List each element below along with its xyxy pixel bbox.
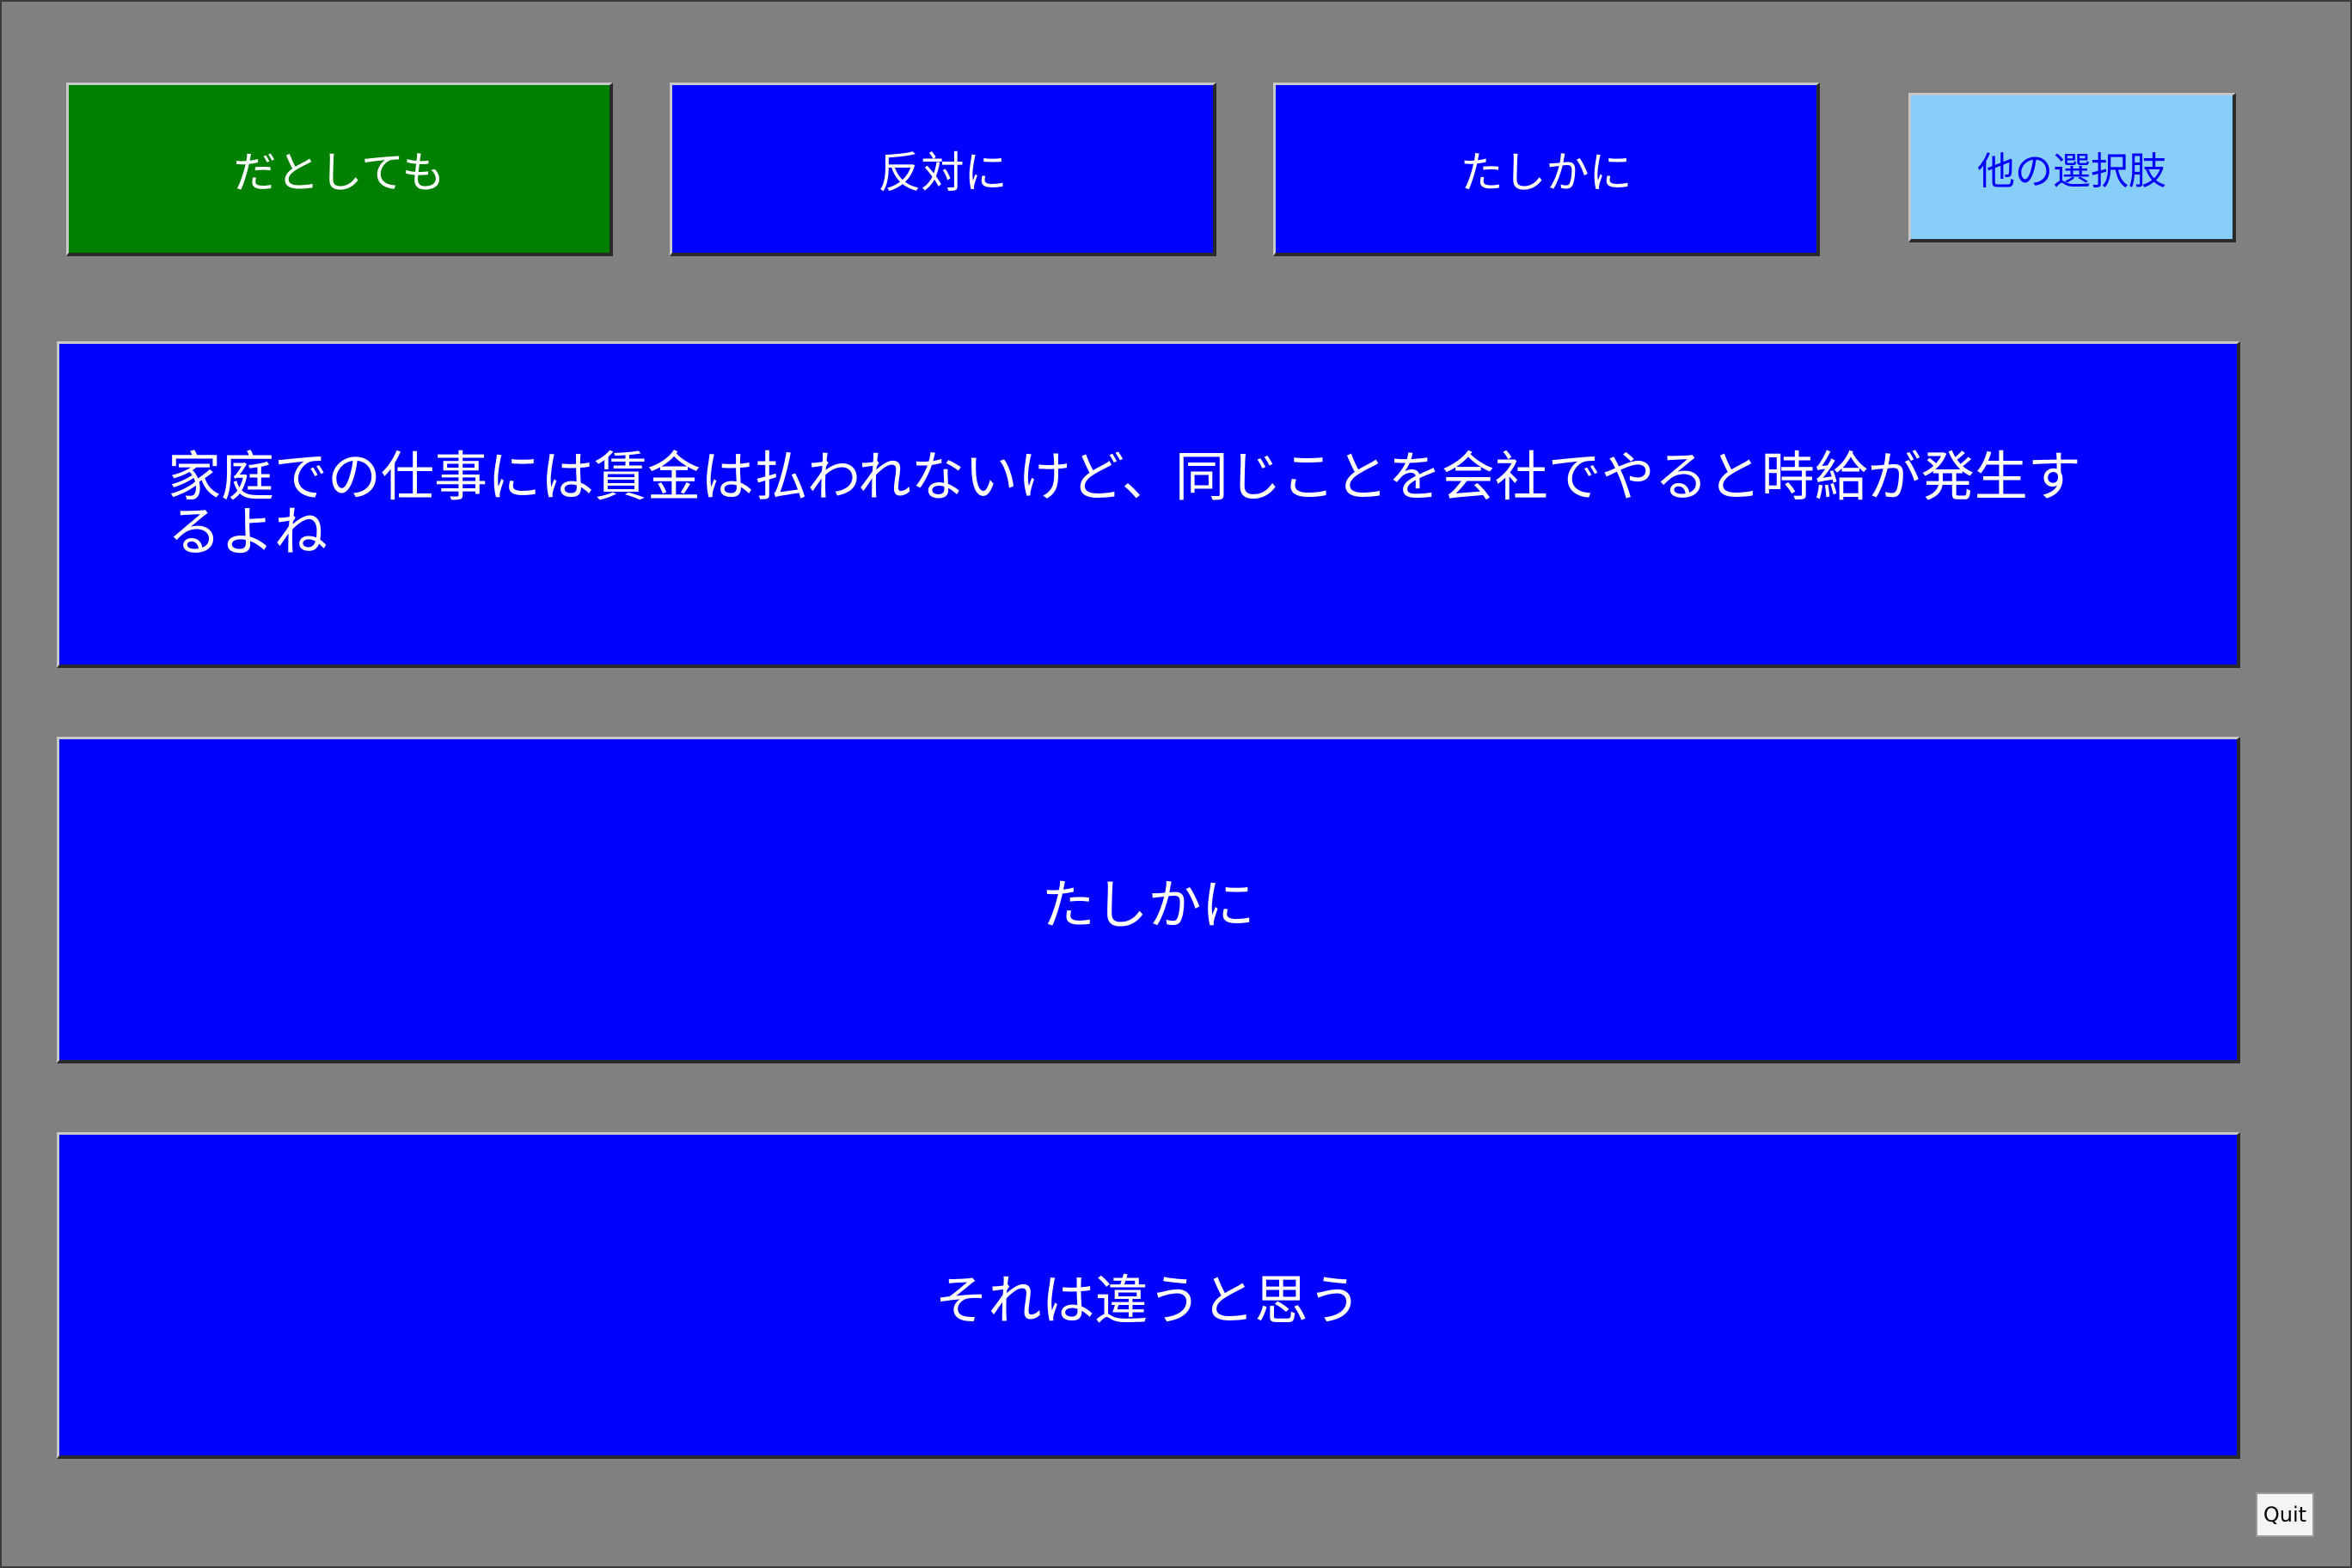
response-option-1[interactable]: たしかに [57, 737, 2240, 1063]
choice-button-3[interactable]: たしかに [1273, 83, 1820, 256]
choice-button-2[interactable]: 反対に [670, 83, 1216, 256]
choice-button-1[interactable]: だとしても [66, 83, 613, 256]
app-window: だとしても 反対に たしかに 他の選択肢 家庭での仕事には賃金は払われないけど、… [0, 0, 2352, 1568]
prompt-panel: 家庭での仕事には賃金は払われないけど、同じことを会社でやると時給が発生するよね [57, 341, 2240, 668]
response-option-2[interactable]: それは違うと思う [57, 1132, 2240, 1459]
quit-button[interactable]: Quit [2256, 1492, 2314, 1537]
other-options-button[interactable]: 他の選択肢 [1908, 93, 2236, 242]
